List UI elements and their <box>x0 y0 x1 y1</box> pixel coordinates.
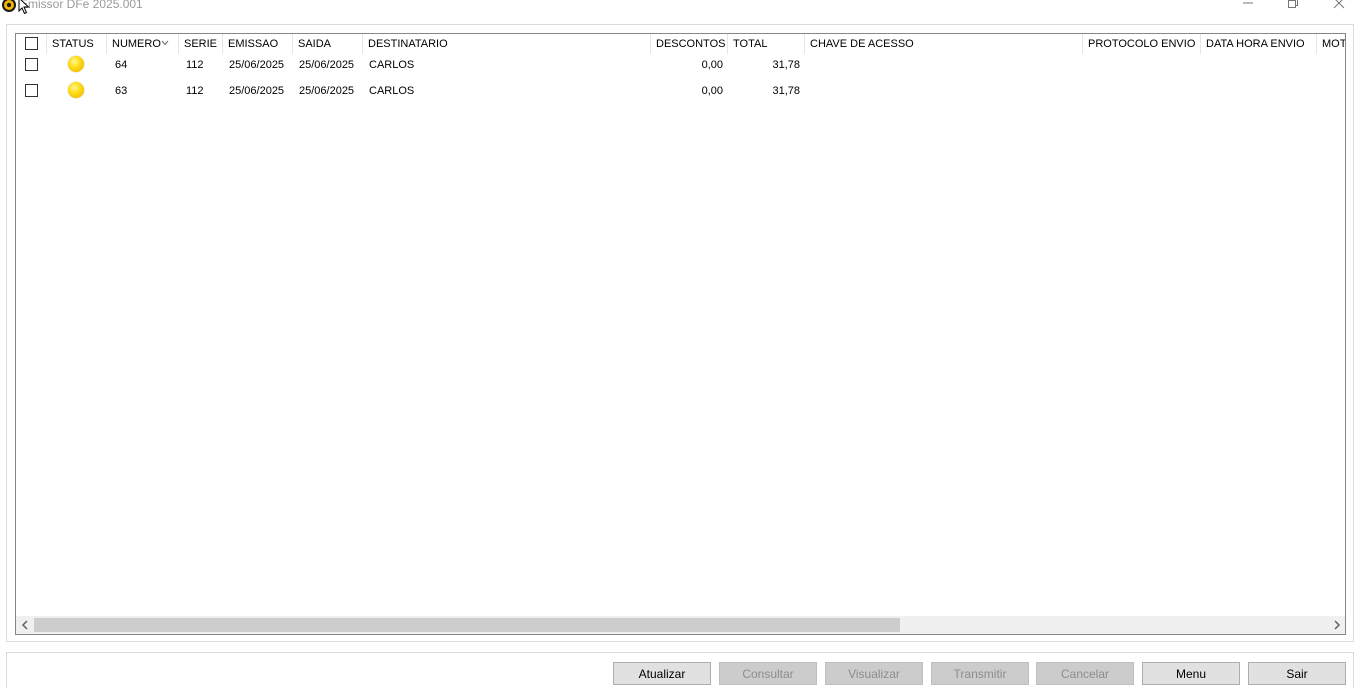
cell-numero: 64 <box>115 59 128 71</box>
header-serie[interactable]: SERIE <box>179 34 223 54</box>
cell-emissao: 25/06/2025 <box>229 59 285 71</box>
select-all-checkbox[interactable] <box>25 37 38 50</box>
cell-emissao: 25/06/2025 <box>229 85 285 97</box>
cell-destinatario: CARLOS <box>369 85 415 97</box>
chevron-down-icon <box>161 40 169 46</box>
header-total[interactable]: TOTAL <box>728 34 805 54</box>
cell-serie: 112 <box>186 85 204 97</box>
chevron-right-icon <box>1333 620 1340 630</box>
cell-total: 31,78 <box>772 59 800 71</box>
status-yellow-icon <box>68 56 84 72</box>
header-status[interactable]: STATUS <box>47 34 107 54</box>
cell-saida: 25/06/2025 <box>299 85 355 97</box>
row-checkbox[interactable] <box>25 58 38 71</box>
transmitir-button[interactable]: Transmitir <box>931 662 1029 685</box>
restore-icon <box>1288 0 1298 8</box>
header-saida[interactable]: SAIDA <box>293 34 363 54</box>
sair-button[interactable]: Sair <box>1248 662 1346 685</box>
menu-button[interactable]: Menu <box>1142 662 1240 685</box>
consultar-button[interactable]: Consultar <box>719 662 817 685</box>
header-numero[interactable]: NUMERO <box>107 34 179 54</box>
grid-header: STATUS NUMERO SERIE EMISSAO SAIDA DESTIN… <box>16 34 1345 54</box>
chevron-left-icon <box>21 620 28 630</box>
cell-descontos: 0,00 <box>701 59 723 71</box>
minimize-button[interactable] <box>1234 0 1262 12</box>
cell-destinatario: CARLOS <box>369 59 415 71</box>
documents-grid[interactable]: STATUS NUMERO SERIE EMISSAO SAIDA DESTIN… <box>15 33 1346 635</box>
title-bar: Emissor DFe 2025.001 <box>0 0 1362 15</box>
close-icon <box>1333 0 1345 9</box>
cell-numero: 63 <box>115 85 128 97</box>
header-emissao[interactable]: EMISSAO <box>223 34 293 54</box>
header-chave-acesso[interactable]: CHAVE DE ACESSO <box>805 34 1083 54</box>
mouse-cursor-icon <box>18 0 30 15</box>
cell-total: 31,78 <box>772 85 800 97</box>
status-yellow-icon <box>68 82 84 98</box>
cell-serie: 112 <box>186 59 204 71</box>
cancelar-button[interactable]: Cancelar <box>1036 662 1134 685</box>
table-row[interactable]: 64 112 25/06/2025 25/06/2025 CARLOS 0,00… <box>16 52 1345 78</box>
app-logo-icon <box>2 0 16 12</box>
scroll-right-button[interactable] <box>1328 616 1345 634</box>
minimize-icon <box>1243 2 1253 4</box>
row-checkbox[interactable] <box>25 84 38 97</box>
header-numero-label: NUMERO <box>112 38 161 50</box>
cell-descontos: 0,00 <box>701 85 723 97</box>
table-row[interactable]: 63 112 25/06/2025 25/06/2025 CARLOS 0,00… <box>16 78 1345 104</box>
cell-saida: 25/06/2025 <box>299 59 355 71</box>
header-data-hora-envio[interactable]: DATA HORA ENVIO <box>1201 34 1317 54</box>
window-title: Emissor DFe 2025.001 <box>20 0 143 11</box>
close-button[interactable] <box>1325 0 1353 12</box>
scroll-left-button[interactable] <box>16 616 33 634</box>
header-protocolo-envio[interactable]: PROTOCOLO ENVIO <box>1083 34 1201 54</box>
header-select-all-cell <box>16 34 47 54</box>
atualizar-button[interactable]: Atualizar <box>613 662 711 685</box>
scrollbar-thumb[interactable] <box>34 618 900 632</box>
header-destinatario[interactable]: DESTINATARIO <box>363 34 651 54</box>
header-descontos[interactable]: DESCONTOS <box>651 34 728 54</box>
horizontal-scrollbar[interactable] <box>16 616 1345 634</box>
header-motivo[interactable]: MOT <box>1317 34 1345 54</box>
visualizar-button[interactable]: Visualizar <box>825 662 923 685</box>
restore-button[interactable] <box>1279 0 1307 12</box>
